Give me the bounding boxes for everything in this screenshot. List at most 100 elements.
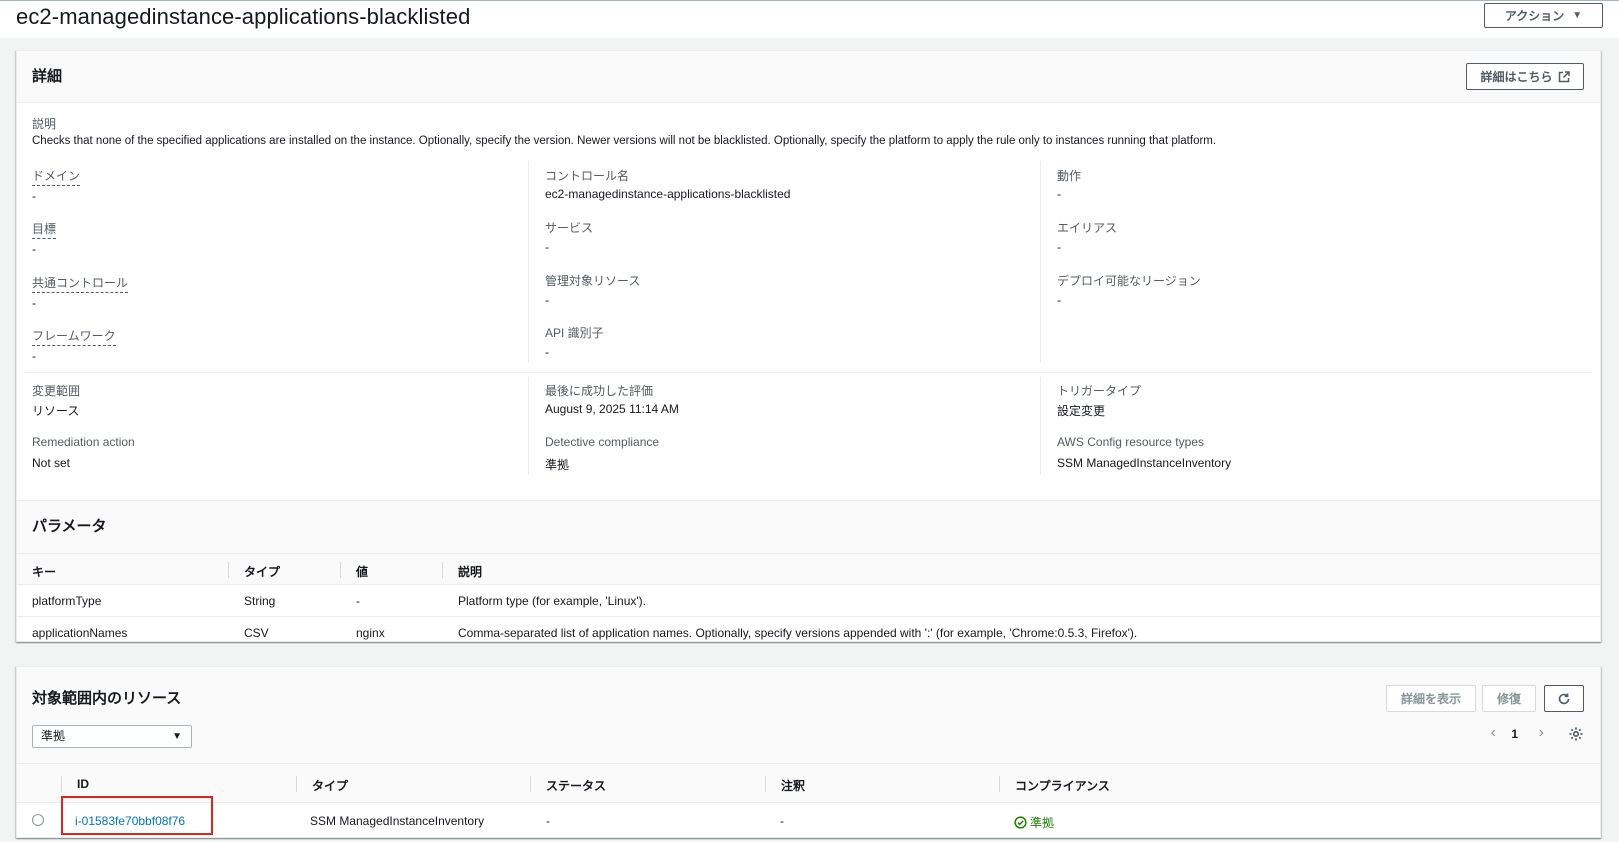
detective-compliance-label: Detective compliance [545, 435, 660, 449]
parameters-table-header: キー タイプ 値 説明 [17, 553, 1600, 585]
col-key: キー [32, 565, 57, 579]
frameworks-value: - [32, 349, 36, 363]
behavior-value: - [1057, 187, 1061, 201]
column-divider [528, 161, 529, 363]
deployable-regions-label: デプロイ可能なリージョン [1057, 274, 1201, 288]
remediation-action-value: Not set [32, 456, 71, 470]
control-name-label: コントロール名 [545, 169, 630, 183]
domain-value: - [32, 189, 36, 203]
column-separator [765, 776, 766, 792]
col-status[interactable]: ステータス [546, 777, 606, 794]
page-title: ec2-managedinstance-applications-blackli… [16, 4, 471, 29]
col-annotation[interactable]: 注釈 [781, 777, 805, 794]
column-divider [528, 377, 529, 475]
next-page-icon[interactable]: › [1539, 724, 1544, 742]
table-row: platformType String - Platform type (for… [17, 585, 1600, 617]
compliance-filter-select[interactable]: 準拠 ▼ [32, 725, 192, 748]
objective-value: - [32, 242, 36, 256]
learn-more-button[interactable]: 詳細はこちら [1466, 63, 1584, 90]
column-separator [61, 776, 62, 792]
col-type[interactable]: タイプ [312, 777, 348, 794]
managed-resources-value: - [545, 293, 549, 307]
param-description: Platform type (for example, 'Linux'). [458, 594, 646, 608]
remediate-button[interactable]: 修復 [1482, 685, 1536, 712]
column-separator [228, 562, 229, 578]
api-identifier-label: API 識別子 [545, 326, 604, 340]
parameters-header: パラメータ [17, 501, 1600, 553]
deployable-regions-value: - [1057, 293, 1061, 307]
resources-panel-header: 対象範囲内のリソース 詳細を表示 修復 準拠 ▼ ‹ 1 › [17, 667, 1600, 763]
param-type: String [244, 594, 276, 608]
frameworks-label[interactable]: フレームワーク [32, 327, 116, 346]
control-name-value: ec2-managedinstance-applications-blackli… [545, 187, 791, 201]
actions-button[interactable]: アクション ▼ [1484, 3, 1603, 28]
common-controls-value: - [32, 296, 36, 310]
resources-panel: 対象範囲内のリソース 詳細を表示 修復 準拠 ▼ ‹ 1 › ID タイプ ステ… [16, 666, 1601, 838]
row-select-radio[interactable] [32, 814, 44, 826]
change-scope-label: 変更範囲 [32, 384, 81, 398]
param-key: applicationNames [32, 626, 128, 640]
refresh-icon [1558, 693, 1570, 704]
compliance-filter-value: 準拠 [41, 729, 66, 743]
column-separator [340, 562, 341, 578]
col-description: 説明 [458, 565, 483, 579]
table-row[interactable]: i-01583fe70bbf08f76 SSM ManagedInstanceI… [17, 803, 1600, 837]
objective-label[interactable]: 目標 [32, 220, 57, 239]
view-details-button[interactable]: 詳細を表示 [1386, 685, 1476, 712]
common-controls-label[interactable]: 共通コントロール [32, 274, 129, 293]
view-details-label: 詳細を表示 [1400, 692, 1461, 706]
service-label: サービス [545, 221, 594, 235]
api-identifier-value: - [545, 345, 549, 359]
change-scope-value: リソース [32, 404, 80, 418]
col-value: 値 [356, 565, 369, 579]
parameters-title: パラメータ [32, 518, 107, 535]
detective-compliance-value: 準拠 [545, 458, 570, 472]
col-id[interactable]: ID [77, 777, 89, 791]
column-divider [1040, 161, 1041, 363]
aliases-value: - [1057, 240, 1061, 254]
remediate-label: 修復 [1496, 692, 1521, 706]
resources-title: 対象範囲内のリソース [32, 690, 182, 707]
aliases-label: エイリアス [1057, 221, 1118, 235]
external-link-icon [1558, 70, 1570, 82]
page-header: ec2-managedinstance-applications-blackli… [0, 0, 1619, 38]
domain-label[interactable]: ドメイン [32, 167, 81, 186]
resource-status: - [546, 814, 550, 828]
param-value: nginx [356, 626, 385, 640]
behavior-label: 動作 [1057, 169, 1082, 183]
resources-table-header: ID タイプ ステータス 注釈 コンプライアンス [17, 763, 1600, 803]
highlight-annotation-box [61, 796, 213, 835]
col-type: タイプ [244, 565, 281, 579]
compliance-status-label: 準拠 [1030, 816, 1055, 830]
last-evaluation-value: August 9, 2025 11:14 AM [545, 402, 679, 416]
parameters-panel: パラメータ キー タイプ 値 説明 platformType String - … [16, 500, 1601, 642]
col-compliance[interactable]: コンプライアンス [1015, 777, 1110, 794]
section-divider [25, 372, 1592, 373]
check-circle-icon [1014, 816, 1027, 829]
managed-resources-label: 管理対象リソース [545, 274, 641, 288]
column-separator [442, 562, 443, 578]
description-text: Checks that none of the specified applic… [32, 135, 1217, 147]
refresh-button[interactable] [1544, 685, 1584, 712]
param-value: - [356, 594, 360, 608]
config-resource-types-label: AWS Config resource types [1057, 435, 1204, 449]
table-row: applicationNames CSV nginx Comma-separat… [17, 617, 1600, 649]
caret-down-icon: ▼ [172, 731, 182, 742]
param-type: CSV [244, 626, 269, 640]
resource-annotation: - [780, 814, 784, 828]
remediation-action-label: Remediation action [32, 435, 135, 449]
current-page[interactable]: 1 [1511, 727, 1518, 741]
compliance-status: 準拠 [1014, 814, 1054, 831]
settings-gear-icon[interactable] [1568, 726, 1584, 742]
last-evaluation-label: 最後に成功した評価 [545, 384, 654, 398]
service-value: - [545, 240, 549, 254]
details-panel-header: 詳細 詳細はこちら [17, 51, 1600, 103]
learn-more-label: 詳細はこちら [1480, 70, 1553, 84]
description-label: 説明 [32, 117, 57, 131]
previous-page-icon[interactable]: ‹ [1491, 724, 1496, 742]
param-description: Comma-separated list of application name… [458, 626, 1138, 640]
config-resource-types-value: SSM ManagedInstanceInventory [1057, 456, 1232, 470]
trigger-type-value: 設定変更 [1057, 404, 1106, 418]
column-divider [1040, 377, 1041, 475]
column-separator [999, 776, 1000, 792]
